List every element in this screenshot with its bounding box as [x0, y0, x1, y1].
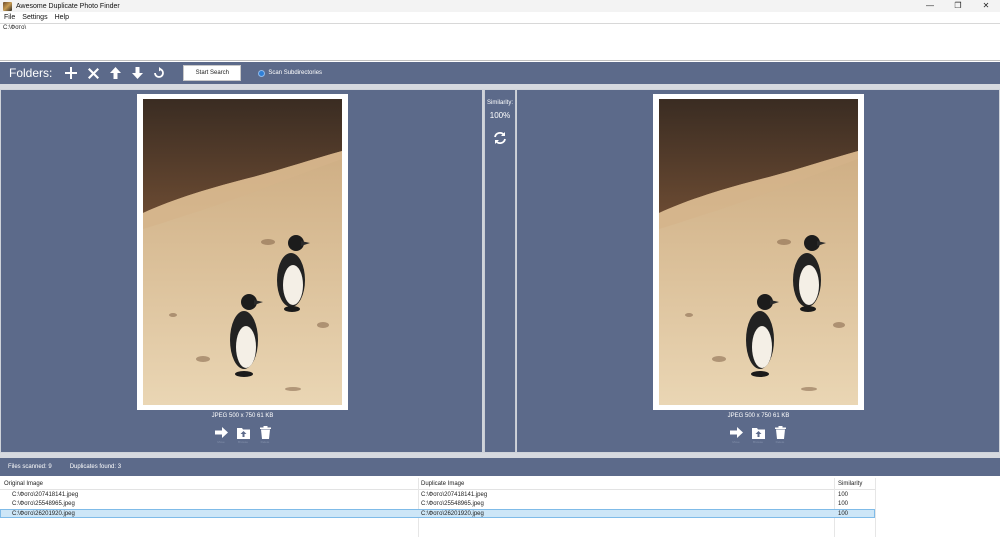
app-logo-icon [3, 1, 12, 11]
table-row-selected[interactable]: C:\Фото\26201920.jpeg C:\Фото\26201920.j… [0, 509, 875, 518]
scan-subdirectories-label: Scan Subdirectories [268, 70, 323, 76]
similarity-cell: 100 [838, 492, 849, 498]
duplicate-photo-frame [653, 94, 864, 410]
duplicate-path-cell: C:\Фото\26201920.jpeg [421, 511, 484, 517]
duplicate-path-cell: C:\Фото\207418141.jpeg [421, 492, 488, 498]
table-row[interactable]: C:\Фото\25548965.jpeg C:\Фото\25548965.j… [0, 500, 875, 509]
original-delete-label: Delete [260, 440, 270, 444]
column-duplicate-image[interactable]: Duplicate Image [421, 481, 464, 487]
folder-upload-icon [751, 428, 765, 439]
original-path-cell: C:\Фото\207418141.jpeg [12, 492, 79, 498]
menu-settings[interactable]: Settings [22, 14, 47, 21]
title-bar: Awesome Duplicate Photo Finder — ❐ ✕ [0, 0, 1000, 12]
trash-icon [259, 426, 271, 439]
status-bar: Files scanned: 9 Duplicates found: 3 [0, 458, 1000, 476]
duplicate-delete-button[interactable]: Delete [769, 426, 791, 444]
folder-upload-icon [236, 428, 250, 439]
table-header: Original Image Duplicate Image Similarit… [0, 478, 875, 490]
duplicate-path-cell: C:\Фото\25548965.jpeg [421, 501, 484, 507]
files-scanned: Files scanned: 9 [8, 464, 52, 470]
trash-icon [774, 426, 786, 439]
start-search-button[interactable]: Start Search [183, 65, 242, 81]
similarity-label: Similarity: [486, 100, 513, 106]
original-browse-button[interactable]: Browse [232, 426, 254, 444]
duplicate-actions: Move Browse Delete [725, 426, 791, 444]
move-down-icon[interactable] [129, 65, 145, 81]
similarity-value: 100% [489, 111, 511, 120]
duplicate-browse-label: Browse [752, 440, 763, 444]
close-button[interactable]: ✕ [972, 0, 1000, 12]
menu-bar: File Settings Help [0, 12, 1000, 23]
arrow-right-icon [729, 427, 743, 438]
table-row[interactable]: C:\Фото\207418141.jpeg C:\Фото\207418141… [0, 491, 875, 500]
column-original-image[interactable]: Original Image [4, 481, 43, 487]
original-path-cell: C:\Фото\26201920.jpeg [12, 511, 75, 517]
original-image-panel: JPEG 500 x 750 61 KB Move Browse Delete [1, 90, 482, 452]
folder-list[interactable]: C:\Фото\ [0, 23, 1000, 61]
column-similarity[interactable]: Similarity [838, 481, 862, 487]
duplicate-move-button[interactable]: Move [725, 426, 747, 444]
scan-subdirectories-checkbox[interactable] [258, 69, 266, 77]
original-photo-frame [137, 94, 348, 410]
folder-entry[interactable]: C:\Фото\ [0, 24, 1000, 32]
original-move-label: Move [217, 440, 225, 444]
original-browse-label: Browse [237, 440, 248, 444]
original-image-info: JPEG 500 x 750 61 KB [211, 413, 274, 419]
folders-label: Folders: [9, 66, 53, 80]
similarity-cell: 100 [838, 511, 849, 517]
similarity-cell: 100 [838, 501, 849, 507]
menu-file[interactable]: File [4, 14, 15, 21]
duplicate-image-panel: JPEG 500 x 750 61 KB Move Browse Delete [517, 90, 999, 452]
original-actions: Move Browse Delete [210, 426, 276, 444]
window-title: Awesome Duplicate Photo Finder [16, 2, 120, 10]
add-folder-icon[interactable] [63, 65, 79, 81]
duplicate-move-label: Move [732, 440, 740, 444]
remove-folder-icon[interactable] [85, 65, 101, 81]
swap-icon[interactable] [493, 131, 507, 145]
minimize-button[interactable]: — [916, 0, 944, 12]
original-move-button[interactable]: Move [210, 426, 232, 444]
window-controls: — ❐ ✕ [916, 0, 1000, 12]
app-window: Awesome Duplicate Photo Finder — ❐ ✕ Fil… [0, 0, 1000, 537]
duplicates-found: Duplicates found: 3 [69, 464, 122, 470]
arrow-right-icon [214, 427, 228, 438]
duplicate-delete-label: Delete [775, 440, 785, 444]
original-path-cell: C:\Фото\25548965.jpeg [12, 501, 75, 507]
results-table[interactable]: Original Image Duplicate Image Similarit… [0, 478, 1000, 537]
reset-icon[interactable] [151, 65, 167, 81]
move-up-icon[interactable] [107, 65, 123, 81]
duplicate-browse-button[interactable]: Browse [747, 426, 769, 444]
menu-help[interactable]: Help [55, 14, 69, 21]
folders-toolbar: Folders: Start Search Scan Subdirectorie… [0, 62, 1000, 84]
column-divider [875, 478, 876, 537]
duplicate-image-info: JPEG 500 x 750 61 KB [727, 413, 790, 419]
scan-subdirectories-toggle[interactable]: Scan Subdirectories [258, 69, 323, 77]
similarity-column: Similarity: 100% [484, 90, 516, 452]
original-delete-button[interactable]: Delete [254, 426, 276, 444]
comparison-area: JPEG 500 x 750 61 KB Move Browse Delete … [0, 89, 1000, 453]
duplicate-photo[interactable] [659, 99, 858, 405]
original-photo[interactable] [143, 99, 342, 405]
maximize-button[interactable]: ❐ [944, 0, 972, 12]
